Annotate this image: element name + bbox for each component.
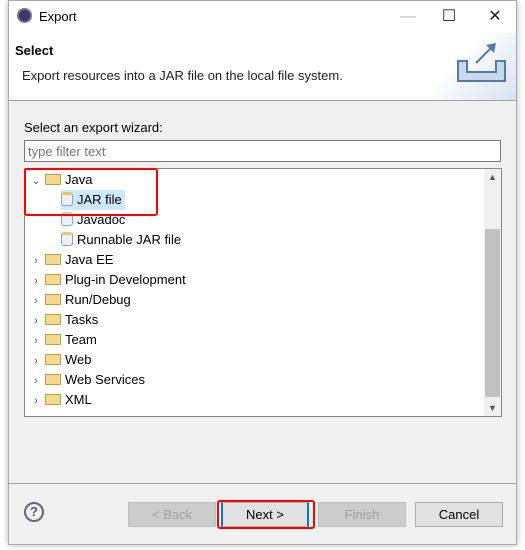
folder-icon [45, 314, 61, 325]
wizard-label: Select an export wizard: [24, 120, 163, 135]
tree-item-label: Tasks [65, 312, 99, 327]
maximize-button[interactable]: ☐ [434, 5, 464, 29]
folder-icon [45, 274, 61, 285]
tree-item-label: Java EE [65, 252, 114, 267]
tree-item-label: XML [65, 392, 92, 407]
minimize-button[interactable]: — [393, 5, 423, 29]
tree-item-category[interactable]: › Tasks [29, 310, 98, 330]
folder-icon [45, 394, 61, 405]
tree-item-label: Run/Debug [65, 292, 131, 307]
chevron-right-icon[interactable]: › [29, 291, 43, 311]
eclipse-icon [17, 8, 32, 23]
chevron-right-icon[interactable]: › [29, 391, 43, 411]
window-title: Export [39, 9, 77, 24]
highlight-box-next [217, 500, 315, 529]
chevron-right-icon[interactable]: › [29, 331, 43, 351]
folder-icon [45, 334, 61, 345]
scrollbar-thumb[interactable] [485, 229, 500, 397]
tree-item-category[interactable]: › Web Services [29, 370, 145, 390]
tree-item-category[interactable]: › XML [29, 390, 92, 410]
export-dialog: Export — ☐ ✕ Select Export resources int… [8, 0, 517, 545]
tree-item-label: Runnable JAR file [77, 232, 182, 247]
chevron-right-icon[interactable]: › [29, 371, 43, 391]
folder-icon [45, 254, 61, 265]
tree-item-category[interactable]: › Java EE [29, 250, 113, 270]
finish-button[interactable]: Finish [318, 502, 406, 527]
chevron-right-icon[interactable]: › [29, 271, 43, 291]
help-icon[interactable]: ? [24, 502, 44, 522]
tree-item-label: Team [65, 332, 97, 347]
close-button[interactable]: ✕ [480, 5, 510, 29]
tree-item-category[interactable]: › Web [29, 350, 92, 371]
title-bar: Export — ☐ ✕ [9, 1, 516, 33]
runnable-jar-icon [61, 232, 73, 246]
vertical-scrollbar[interactable]: ▲ ▼ [484, 169, 501, 416]
page-title: Select [15, 43, 54, 58]
tree-item-category[interactable]: › Team [29, 330, 97, 350]
cancel-button[interactable]: Cancel [415, 502, 503, 527]
scroll-down-icon[interactable]: ▼ [484, 403, 501, 413]
tree-item-label: Web Services [65, 372, 145, 387]
footer-separator [9, 483, 516, 484]
page-description: Export resources into a JAR file on the … [22, 68, 343, 83]
tree-item-category[interactable]: › Run/Debug [29, 290, 131, 310]
folder-icon [45, 294, 61, 305]
chevron-right-icon[interactable]: › [29, 311, 43, 331]
tree-item-label: Web [65, 352, 92, 367]
back-button[interactable]: < Back [128, 502, 216, 527]
background-editor [0, 0, 8, 550]
export-banner-icon [436, 33, 516, 100]
wizard-header: Select Export resources into a JAR file … [9, 33, 516, 101]
tree-item-label: Plug-in Development [65, 272, 186, 287]
filter-input[interactable] [24, 140, 501, 162]
scroll-up-icon[interactable]: ▲ [484, 172, 501, 182]
tree-item-runnable-jar[interactable]: Runnable JAR file [61, 230, 181, 250]
folder-icon [45, 374, 61, 385]
chevron-right-icon[interactable]: › [29, 251, 43, 271]
folder-icon [45, 354, 61, 365]
chevron-right-icon[interactable]: › [29, 351, 43, 371]
tree-item-category[interactable]: › Plug-in Development [29, 270, 186, 290]
highlight-box-java [24, 168, 158, 216]
